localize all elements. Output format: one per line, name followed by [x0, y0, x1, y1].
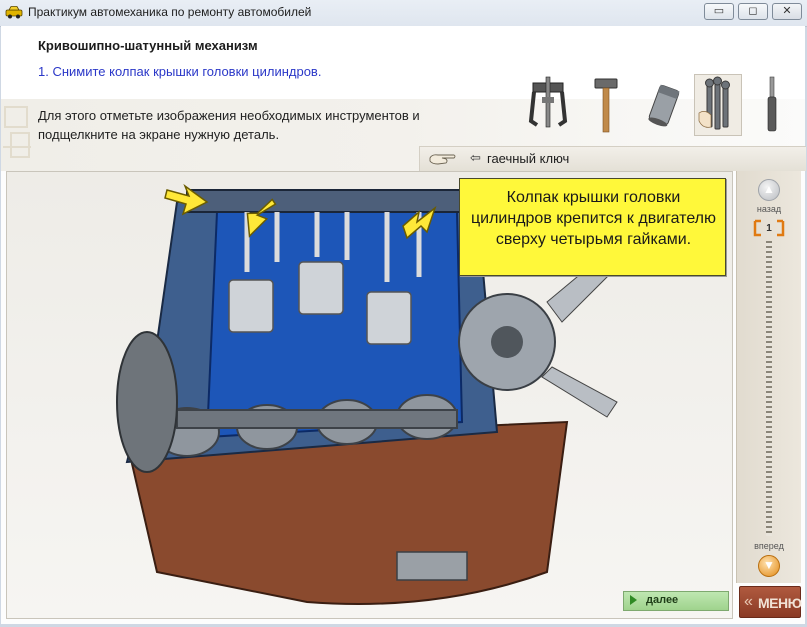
window-title: Практикум автомеханика по ремонту автомо… [28, 5, 312, 19]
decor-pattern-icon [3, 106, 31, 158]
app-car-icon [5, 6, 23, 19]
tool-wrench-set[interactable] [694, 74, 742, 136]
minimize-icon: ▭ [713, 5, 725, 17]
step-text: 1. Снимите колпак крышки головки цилиндр… [38, 64, 322, 79]
menu-button[interactable]: « МЕНЮ [739, 586, 802, 618]
tool-socket[interactable] [640, 74, 688, 136]
section-title: Кривошипно-шатунный механизм [38, 38, 258, 53]
back-label: назад [756, 204, 782, 214]
selected-tool-label: гаечный ключ [487, 151, 570, 166]
back-button[interactable]: ▲ [758, 179, 780, 201]
step-counter: 1 [753, 219, 785, 237]
close-button[interactable]: ✕ [772, 3, 802, 20]
arrow-left-icon: ⇦ [470, 150, 481, 165]
next-button[interactable]: далее [623, 591, 729, 611]
close-icon: ✕ [782, 5, 792, 17]
instruction-text: Для этого отметьте изображения необходим… [38, 108, 420, 142]
forward-label: вперед [754, 541, 784, 551]
screwdriver-icon [767, 76, 777, 132]
arrow-down-icon: ▼ [763, 558, 775, 572]
title-bar: Практикум автомеханика по ремонту автомо… [0, 0, 807, 27]
main-panel: Кривошипно-шатунный механизм 1. Снимите … [1, 26, 806, 624]
maximize-icon: ◻ [748, 5, 758, 17]
socket-icon [648, 84, 680, 127]
step-navigator: ▲ назад 1 вперед ▼ [736, 171, 801, 583]
pointing-hand-icon [429, 154, 456, 165]
maximize-button[interactable]: ◻ [738, 3, 768, 20]
tool-puller[interactable] [524, 74, 572, 136]
wrench-set-icon [698, 76, 730, 130]
step-counter-value: 1 [766, 223, 772, 234]
hammer-icon [594, 78, 618, 133]
menu-button-label: МЕНЮ [758, 595, 802, 611]
callout-text: Колпак крышки головки цилиндров крепится… [470, 189, 717, 248]
tool-screwdriver[interactable] [748, 74, 796, 136]
step-slider-track[interactable] [766, 241, 772, 536]
arrow-up-icon: ▲ [763, 182, 775, 196]
tool-hammer[interactable] [582, 74, 630, 136]
forward-button[interactable]: ▼ [758, 555, 780, 577]
play-triangle-icon [630, 595, 637, 605]
chevron-left-icon: « [744, 593, 753, 610]
selected-tool-hint: ⇦ гаечный ключ [419, 146, 806, 171]
info-callout: Колпак крышки головки цилиндров крепится… [459, 178, 726, 276]
minimize-button[interactable]: ▭ [704, 3, 734, 20]
next-button-label: далее [646, 594, 679, 606]
puller-icon [528, 76, 568, 128]
